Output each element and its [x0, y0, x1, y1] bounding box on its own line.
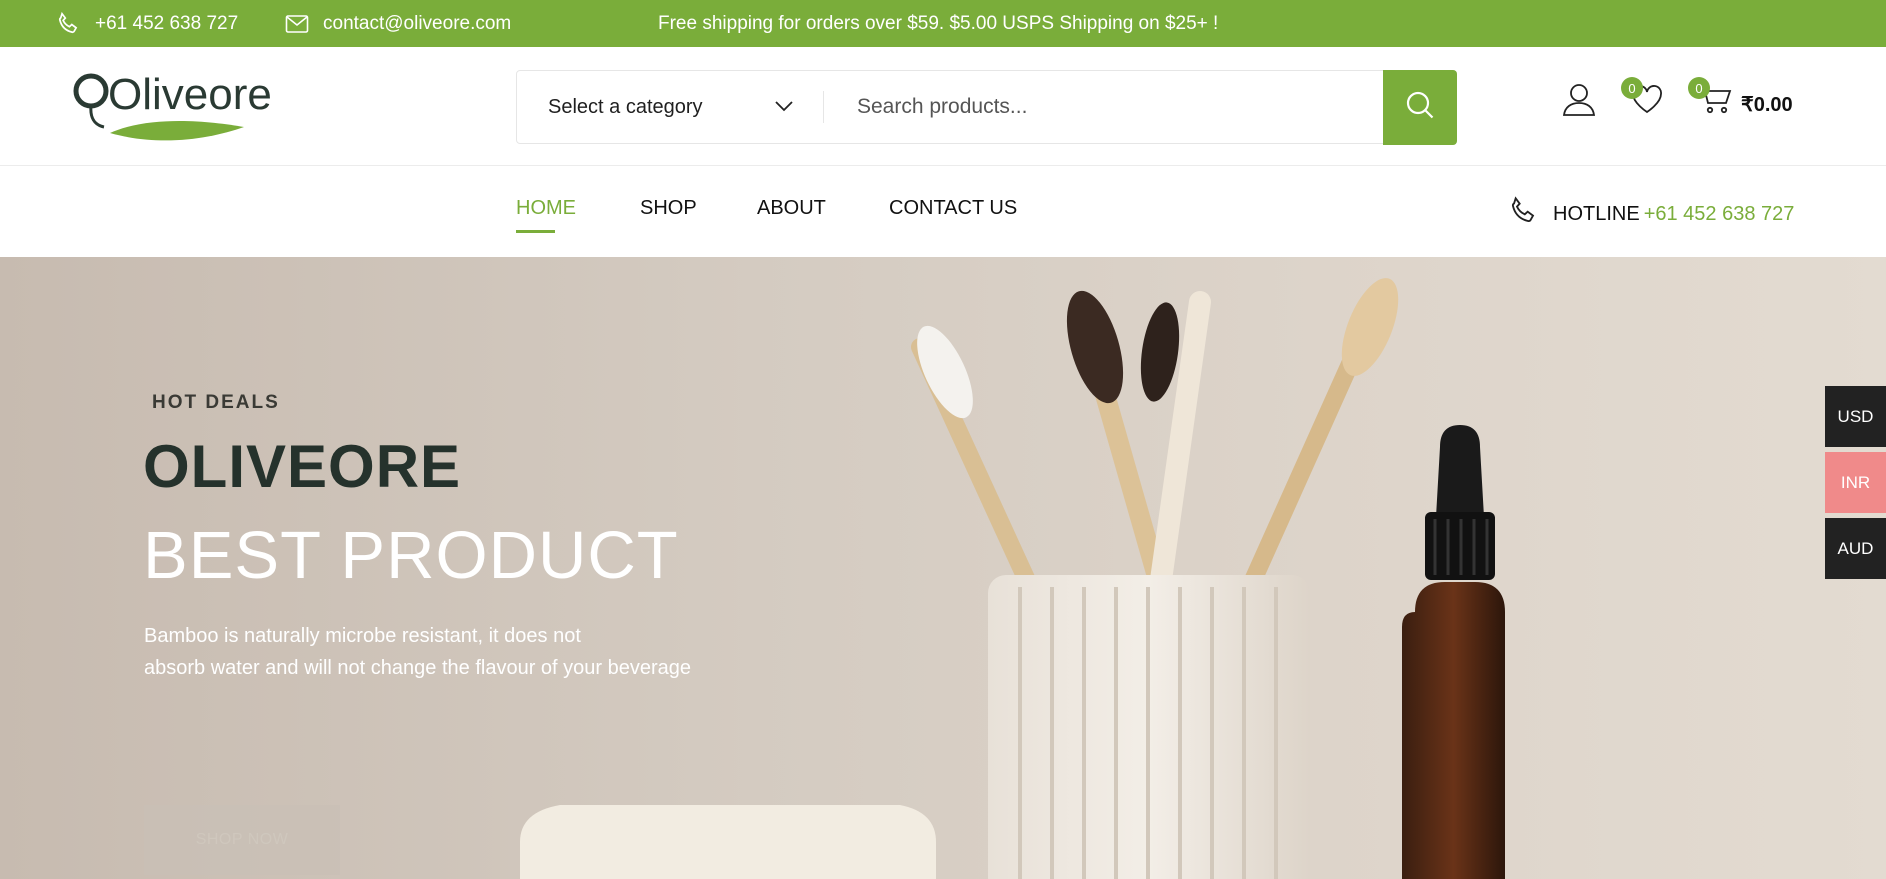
- cart-total[interactable]: ₹0.00: [1741, 92, 1793, 117]
- hero-description-line: Bamboo is naturally microbe resistant, i…: [144, 625, 581, 647]
- currency-aud[interactable]: AUD: [1825, 518, 1886, 579]
- toothbrush-holder: [988, 575, 1310, 879]
- currency-usd[interactable]: USD: [1825, 386, 1886, 447]
- mail-icon: [285, 14, 309, 34]
- hero-description-line: absorb water and will not change the fla…: [144, 657, 692, 679]
- nav-item-contact[interactable]: CONTACT US: [889, 197, 1017, 220]
- topbar-phone[interactable]: +61 452 638 727: [55, 0, 238, 47]
- phone-icon: [1507, 195, 1539, 233]
- header: Oliveore Select a category 0: [0, 47, 1886, 166]
- hotline-number: +61 452 638 727: [1643, 202, 1795, 225]
- user-icon: [1562, 82, 1596, 121]
- phone-icon: [55, 11, 81, 37]
- search-icon: [1405, 90, 1435, 125]
- hero-product-illustration: [520, 278, 1505, 879]
- category-select[interactable]: Select a category: [517, 71, 823, 143]
- shop-now-button[interactable]: SHOP NOW: [144, 805, 340, 875]
- hero-kicker: HOT DEALS: [152, 392, 280, 413]
- account-button[interactable]: [1560, 82, 1598, 120]
- logo-icon: Oliveore: [73, 70, 272, 141]
- search-bar: Select a category: [516, 70, 1457, 145]
- logo[interactable]: Oliveore: [70, 67, 275, 149]
- logo-wordmark: Oliveore: [108, 70, 272, 119]
- dropper-bottle: [1402, 425, 1505, 879]
- hero-banner: HOT DEALS OLIVEORE BEST PRODUCT Bamboo i…: [0, 257, 1886, 879]
- hero-subtitle: BEST PRODUCT: [143, 518, 679, 593]
- hotline-label: HOTLINE: [1553, 202, 1640, 225]
- search-divider: [823, 91, 824, 123]
- top-bar: +61 452 638 727 contact@oliveore.com Fre…: [0, 0, 1886, 47]
- search-button[interactable]: [1383, 70, 1457, 145]
- search-input[interactable]: [855, 85, 1375, 129]
- chevron-down-icon: [773, 95, 795, 123]
- hotline[interactable]: HOTLINE +61 452 638 727: [1507, 194, 1794, 234]
- nav-item-home[interactable]: HOME: [516, 197, 576, 220]
- hero-description: Bamboo is naturally microbe resistant, i…: [144, 620, 764, 684]
- soap-bar: [520, 805, 936, 879]
- nav-active-indicator: [516, 230, 555, 233]
- cart-count-badge: 0: [1688, 77, 1710, 99]
- hero-title: OLIVEORE: [143, 433, 462, 500]
- main-nav: HOME SHOP ABOUT CONTACT US HOTLINE +61 4…: [0, 167, 1886, 257]
- topbar-promo: Free shipping for orders over $59. $5.00…: [658, 12, 1219, 34]
- nav-item-shop[interactable]: SHOP: [640, 197, 697, 220]
- topbar-email[interactable]: contact@oliveore.com: [285, 0, 511, 47]
- topbar-phone-text: +61 452 638 727: [95, 12, 239, 34]
- category-label: Select a category: [548, 95, 703, 118]
- topbar-email-text: contact@oliveore.com: [323, 12, 512, 34]
- toothbrushes: [911, 278, 1399, 598]
- nav-item-about[interactable]: ABOUT: [757, 197, 826, 220]
- currency-inr[interactable]: INR: [1825, 452, 1886, 513]
- wishlist-count-badge: 0: [1621, 77, 1643, 99]
